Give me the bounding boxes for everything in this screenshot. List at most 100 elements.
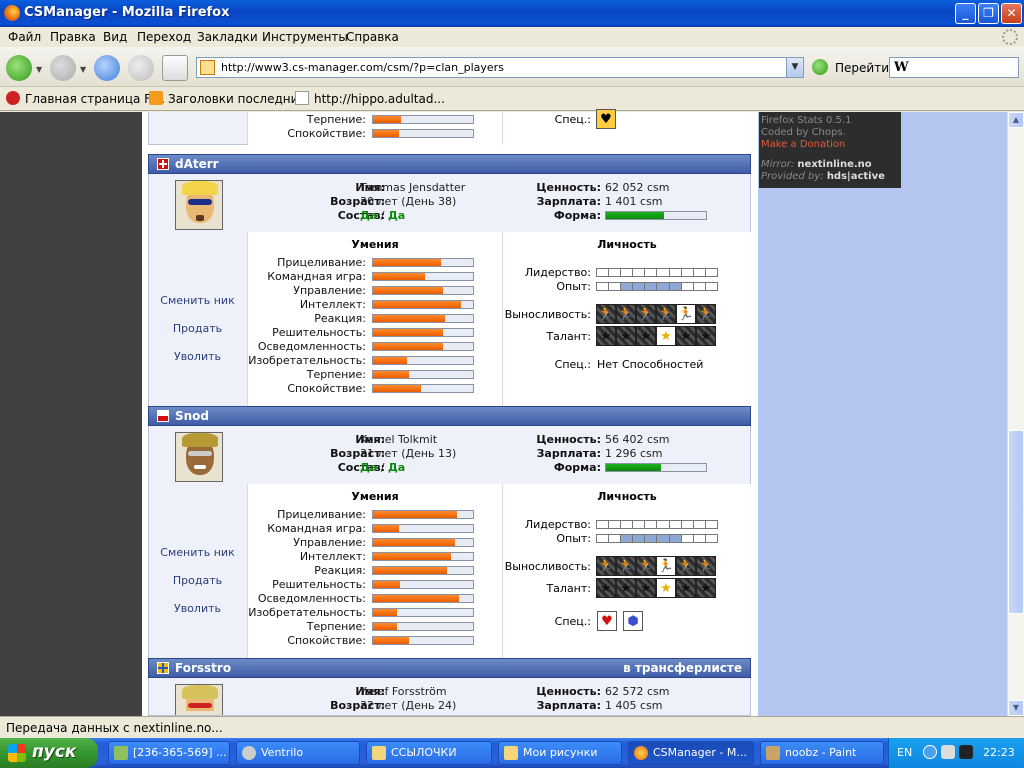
reload-icon[interactable] bbox=[94, 55, 120, 81]
personality-panel: Личность Лидерство: Опыт: Выносливость: … bbox=[502, 232, 751, 416]
scroll-down-icon[interactable]: ▼ bbox=[1008, 700, 1024, 716]
back-dropdown-icon[interactable]: ▼ bbox=[36, 65, 42, 74]
steam-icon[interactable] bbox=[959, 745, 973, 759]
shield-icon: ⬢ bbox=[623, 611, 643, 631]
vertical-scrollbar[interactable]: ▲ ▼ bbox=[1007, 112, 1024, 716]
skill-label: Прицеливание: bbox=[277, 508, 366, 521]
bar-segment bbox=[694, 269, 706, 276]
player-name: Kornel Tolkmit bbox=[360, 433, 438, 446]
menu-edit[interactable]: Правка bbox=[50, 30, 96, 44]
bookmark-hippo[interactable]: http://hippo.adultad... bbox=[295, 91, 445, 106]
forward-arrow-icon[interactable] bbox=[50, 55, 76, 81]
skill-row: Командная игра: bbox=[248, 270, 502, 284]
task-item[interactable]: [236-365-569] ... bbox=[108, 741, 230, 765]
task-item[interactable]: noobz - Paint bbox=[760, 741, 884, 765]
bar-segment bbox=[609, 521, 622, 528]
bar-segment bbox=[597, 535, 610, 542]
scroll-up-icon[interactable]: ▲ bbox=[1008, 112, 1024, 128]
skill-bar bbox=[372, 342, 474, 351]
change-nick-link[interactable]: Сменить ник bbox=[149, 546, 246, 559]
task-item[interactable]: Мои рисунки bbox=[498, 741, 622, 765]
wikipedia-icon[interactable]: W bbox=[894, 60, 909, 75]
minimize-button[interactable]: _ bbox=[955, 3, 976, 24]
player-nick[interactable]: Snod bbox=[175, 409, 209, 423]
forward-dropdown-icon[interactable]: ▼ bbox=[80, 65, 86, 74]
menu-view[interactable]: Вид bbox=[103, 30, 127, 44]
menu-help[interactable]: Справка bbox=[346, 30, 399, 44]
bar-segment bbox=[657, 269, 670, 276]
skill-label: Прицеливание: bbox=[277, 256, 366, 269]
sell-link[interactable]: Продать bbox=[149, 574, 246, 587]
menu-go[interactable]: Переход bbox=[137, 30, 191, 44]
back-arrow-icon[interactable] bbox=[6, 55, 32, 81]
player-age: 32 лет (День 24) bbox=[360, 699, 457, 712]
value-label: Ценность: bbox=[536, 433, 601, 446]
player-nick[interactable]: dAterr bbox=[175, 157, 219, 171]
fire-link[interactable]: Уволить bbox=[149, 602, 246, 615]
task-item[interactable]: ССЫЛОЧКИ bbox=[366, 741, 492, 765]
bar-segment bbox=[657, 535, 670, 542]
sell-link[interactable]: Продать bbox=[149, 322, 246, 335]
search-box[interactable]: W bbox=[889, 57, 1019, 78]
player-nick[interactable]: Forsstro bbox=[175, 661, 231, 675]
menu-bookmarks[interactable]: Закладки bbox=[197, 30, 258, 44]
leadership-bar bbox=[596, 268, 718, 277]
donation-link[interactable]: Make a Donation bbox=[761, 139, 899, 151]
bar-segment bbox=[609, 535, 622, 542]
menu-tools[interactable]: Инструменты bbox=[262, 30, 348, 44]
bookmark-firefox-home[interactable]: Главная страница Fi... bbox=[6, 91, 165, 106]
fire-link[interactable]: Уволить bbox=[149, 350, 246, 363]
bookmark-headlines[interactable]: Заголовки последни... bbox=[149, 91, 310, 106]
form-label: Форма: bbox=[553, 209, 601, 222]
player-header[interactable]: Snod bbox=[148, 406, 751, 426]
player-header[interactable]: Forsstro в трансферлисте bbox=[148, 658, 751, 678]
network-icon[interactable] bbox=[941, 745, 955, 759]
stop-icon[interactable] bbox=[128, 55, 154, 81]
personality-panel: Личность Лидерство: Опыт: Выносливость: … bbox=[502, 484, 751, 668]
bar-segment bbox=[621, 535, 634, 542]
star-icon: ★ bbox=[596, 578, 616, 598]
task-item[interactable]: Ventrilo bbox=[236, 741, 360, 765]
skill-label: Спокойствие: bbox=[287, 382, 366, 395]
skill-label: Реакция: bbox=[314, 564, 366, 577]
go-button[interactable]: Перейти bbox=[835, 61, 889, 75]
skill-row: Терпение: bbox=[248, 368, 502, 382]
scroll-thumb[interactable] bbox=[1008, 430, 1024, 614]
player-age: 30 лет (День 38) bbox=[360, 195, 457, 208]
skill-bar bbox=[372, 510, 474, 519]
maximize-button[interactable]: ❐ bbox=[978, 3, 999, 24]
status-text: Передача данных с nextinline.no... bbox=[6, 721, 223, 735]
skill-bar bbox=[372, 314, 474, 323]
tray-arrow-icon[interactable] bbox=[923, 745, 937, 759]
skill-label: Изобретательность: bbox=[248, 354, 366, 367]
bar-segment bbox=[645, 535, 658, 542]
skill-label: Интеллект: bbox=[299, 550, 366, 563]
value-label: Ценность: bbox=[536, 685, 601, 698]
url-text[interactable]: http://www3.cs-manager.com/csm/?p=clan_p… bbox=[221, 61, 504, 74]
bar-segment bbox=[657, 521, 670, 528]
skill-row: Интеллект: bbox=[248, 550, 502, 564]
home-icon[interactable] bbox=[162, 55, 188, 81]
close-button[interactable]: ✕ bbox=[1001, 3, 1022, 24]
skill-label: Терпение: bbox=[306, 368, 366, 381]
player-header[interactable]: dAterr bbox=[148, 154, 751, 174]
skill-label: Терпение: bbox=[306, 620, 366, 633]
change-nick-link[interactable]: Сменить ник bbox=[149, 294, 246, 307]
windows-logo-icon bbox=[8, 744, 26, 762]
skill-bar bbox=[372, 580, 474, 589]
firefox-icon bbox=[4, 5, 20, 21]
skill-label: Терпение: bbox=[306, 113, 366, 126]
menu-file[interactable]: Файл bbox=[8, 30, 41, 44]
language-indicator[interactable]: EN bbox=[897, 746, 912, 759]
task-item-active[interactable]: CSManager - M... bbox=[628, 741, 754, 765]
skill-bar bbox=[372, 384, 474, 393]
bar-segment bbox=[633, 521, 646, 528]
skill-bar bbox=[372, 538, 474, 547]
bar-segment bbox=[682, 535, 694, 542]
address-bar[interactable]: http://www3.cs-manager.com/csm/?p=clan_p… bbox=[196, 57, 804, 78]
start-button[interactable]: пуск bbox=[0, 738, 98, 768]
go-icon[interactable] bbox=[812, 59, 828, 75]
url-dropdown-icon[interactable]: ▼ bbox=[786, 58, 803, 77]
bar-segment bbox=[669, 283, 682, 290]
runner-icon: 🏃 bbox=[696, 304, 716, 324]
